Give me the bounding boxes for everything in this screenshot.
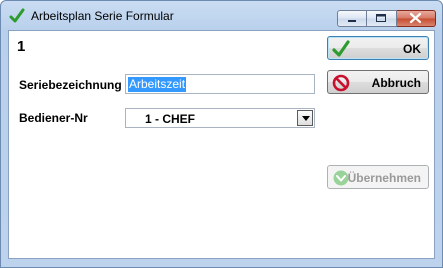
record-number: 1 [17,38,26,55]
ok-button[interactable]: OK [327,36,429,60]
cancel-button-label: Abbruch [371,76,421,90]
form-window: Arbeitsplan Serie Formular 1 Seriebezeic… [0,0,443,268]
operator-select[interactable]: 1 - CHEF [125,108,315,128]
cancel-button[interactable]: Abbruch [327,70,429,94]
ok-button-label: OK [403,42,421,56]
operator-label: Bediener-Nr [19,111,88,125]
minimize-button[interactable] [337,10,367,27]
maximize-button[interactable] [367,10,397,27]
window-title: Arbeitsplan Serie Formular [31,9,174,23]
dropdown-button[interactable] [297,110,313,126]
minimize-icon [348,20,356,22]
maximize-icon [376,14,386,22]
apply-button-label: Übernehmen [347,171,421,185]
title-bar[interactable]: Arbeitsplan Serie Formular [1,1,442,31]
close-icon [409,12,422,24]
series-label: Seriebezeichnung [19,78,122,92]
operator-select-value: 1 - CHEF [145,112,196,126]
checkmark-icon [9,8,25,23]
series-input-value: Arbeitszeit [128,77,187,92]
checkmark-icon [332,40,350,57]
close-button[interactable] [397,10,436,27]
apply-button[interactable]: Übernehmen [327,165,429,189]
form-body: 1 Seriebezeichnung Arbeitszeit Bediener-… [8,30,435,259]
series-input[interactable]: Arbeitszeit [125,74,315,94]
chevron-down-icon [302,116,310,121]
prohibited-icon [332,74,350,92]
